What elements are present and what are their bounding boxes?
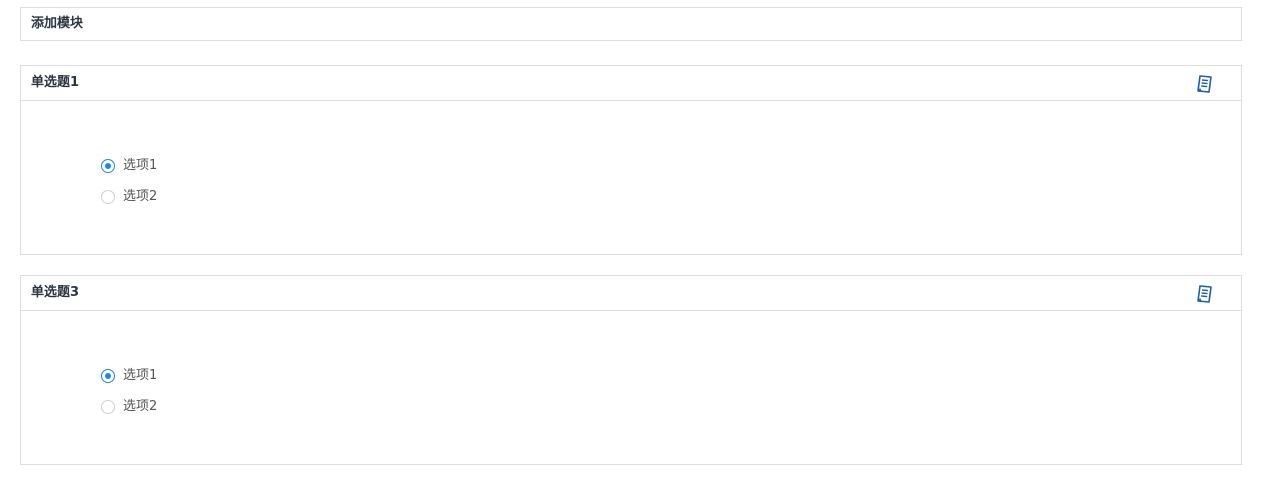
- option-label: 选项2: [123, 189, 158, 204]
- option-label: 选项1: [123, 158, 158, 173]
- radio-option-2[interactable]: 选项2: [101, 397, 157, 417]
- radio-option-1[interactable]: 选项1: [101, 156, 157, 176]
- radio-button[interactable]: [101, 190, 115, 204]
- edit-note-icon[interactable]: [1195, 284, 1215, 304]
- question-panel-1: 单选题1 选项1 选项2: [20, 65, 1242, 255]
- radio-button-checked[interactable]: [101, 369, 115, 383]
- radio-button-checked[interactable]: [101, 159, 115, 173]
- question-body: 选项1 选项2: [21, 101, 1241, 253]
- question-body: 选项1 选项2: [21, 311, 1241, 463]
- add-module-panel: 添加模块: [20, 7, 1242, 41]
- radio-option-1[interactable]: 选项1: [101, 366, 157, 386]
- question-title: 单选题3: [31, 285, 80, 300]
- question-header: 单选题3: [21, 276, 1241, 311]
- option-label: 选项1: [123, 368, 158, 383]
- question-header: 单选题1: [21, 66, 1241, 101]
- radio-button[interactable]: [101, 400, 115, 414]
- radio-option-2[interactable]: 选项2: [101, 187, 157, 207]
- question-panel-3: 单选题3 选项1 选项2: [20, 275, 1242, 465]
- edit-note-icon[interactable]: [1195, 74, 1215, 94]
- add-module-header[interactable]: 添加模块: [21, 8, 1241, 40]
- question-title: 单选题1: [31, 75, 80, 90]
- option-label: 选项2: [123, 399, 158, 414]
- add-module-title: 添加模块: [31, 16, 84, 31]
